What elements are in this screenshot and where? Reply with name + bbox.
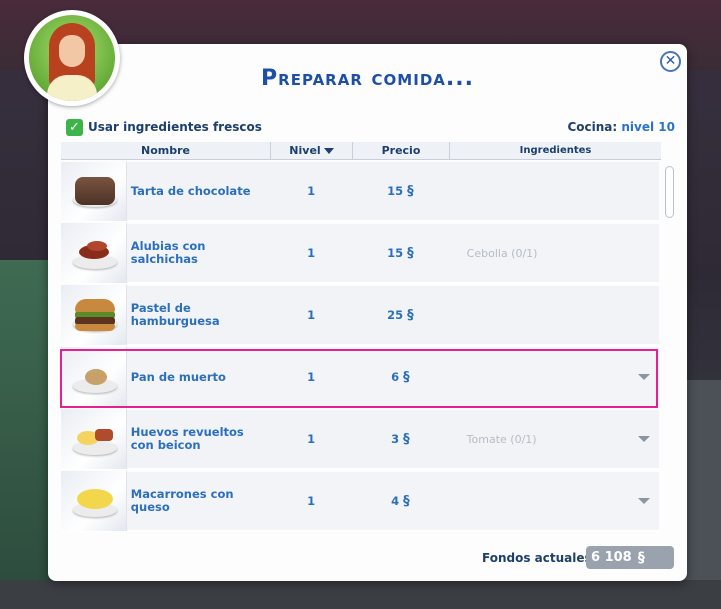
chocolate-cake-icon bbox=[61, 162, 127, 221]
sort-descending-icon bbox=[323, 147, 334, 154]
column-level-header[interactable]: Nivel bbox=[271, 142, 353, 159]
funds-value: 6 108 § bbox=[586, 546, 674, 569]
chevron-down-icon bbox=[637, 436, 650, 442]
recipe-price: 4 § bbox=[391, 493, 410, 509]
column-name-label: Nombre bbox=[141, 144, 190, 157]
recipe-row[interactable]: Alubias con salchichas 1 15 § Cebolla (0/… bbox=[61, 223, 659, 284]
recipe-level: 1 bbox=[307, 494, 316, 508]
recipe-row[interactable]: Pastel de hamburguesa 1 25 § bbox=[61, 285, 659, 346]
scrollbar-thumb[interactable] bbox=[665, 166, 674, 218]
skill-value: nivel 10 bbox=[621, 120, 675, 134]
recipe-price: 15 § bbox=[387, 183, 414, 199]
chevron-down-icon bbox=[637, 374, 650, 380]
chevron-down-icon bbox=[637, 498, 650, 504]
fresh-ingredients-label: Usar ingredientes frescos bbox=[88, 120, 262, 134]
column-ingredients-label: Ingredientes bbox=[519, 145, 592, 156]
recipe-ingredients: Tomate (0/1) bbox=[466, 432, 537, 446]
funds-label: Fondos actuales: bbox=[482, 551, 597, 565]
expand-arrow-button[interactable] bbox=[628, 436, 659, 442]
recipe-price: 15 § bbox=[387, 245, 414, 261]
skill-label: Cocina: bbox=[567, 120, 618, 134]
recipe-name: Pan de muerto bbox=[130, 369, 226, 384]
recipe-name: Macarrones con queso bbox=[130, 487, 234, 514]
recipe-list: Tarta de chocolate 1 15 § Alubias con sal… bbox=[61, 162, 659, 536]
recipe-row[interactable]: Macarrones con queso 1 4 § bbox=[61, 471, 659, 532]
recipe-level: 1 bbox=[307, 432, 316, 446]
expand-arrow-button[interactable] bbox=[628, 498, 659, 504]
recipe-name: Alubias con salchichas bbox=[130, 239, 206, 266]
cooking-skill: Cocina: nivel 10 bbox=[567, 120, 675, 134]
expand-arrow-button[interactable] bbox=[628, 374, 659, 380]
recipe-price: 25 § bbox=[387, 307, 414, 323]
hamburger-cake-icon bbox=[61, 285, 127, 345]
recipe-level: 1 bbox=[307, 370, 316, 384]
recipe-name: Huevos revueltos con beicon bbox=[130, 425, 244, 452]
prepare-food-dialog: Preparar comida... ✕ ✓ Usar ingredientes… bbox=[48, 44, 687, 581]
recipe-name: Tarta de chocolate bbox=[130, 183, 251, 198]
recipe-ingredients: Cebolla (0/1) bbox=[466, 246, 538, 260]
recipe-level: 1 bbox=[307, 184, 316, 198]
recipe-level: 1 bbox=[307, 308, 316, 322]
column-price-header[interactable]: Precio bbox=[353, 142, 450, 159]
close-button[interactable]: ✕ bbox=[660, 51, 681, 72]
beans-sausages-icon bbox=[61, 223, 127, 283]
recipe-price: 3 § bbox=[391, 431, 410, 447]
column-price-label: Precio bbox=[381, 144, 421, 157]
recipe-name: Pastel de hamburguesa bbox=[130, 301, 220, 328]
recipe-row[interactable]: Huevos revueltos con beicon 1 3 § Tomate … bbox=[61, 409, 659, 470]
avatar bbox=[24, 10, 120, 106]
recipe-row[interactable]: Pan de muerto 1 6 § bbox=[61, 347, 659, 408]
column-name-header[interactable]: Nombre bbox=[61, 142, 271, 159]
sim-portrait bbox=[29, 15, 115, 101]
recipe-row[interactable]: Tarta de chocolate 1 15 § bbox=[61, 162, 659, 222]
recipe-level: 1 bbox=[307, 246, 316, 260]
eggs-bacon-icon bbox=[61, 409, 127, 469]
scrollbar[interactable] bbox=[663, 162, 675, 536]
simoleon-icon: § bbox=[637, 549, 645, 566]
mac-cheese-icon bbox=[61, 471, 127, 531]
fresh-ingredients-toggle[interactable]: ✓ Usar ingredientes frescos bbox=[66, 118, 262, 136]
table-header: Nombre Nivel Precio Ingredientes bbox=[61, 142, 661, 160]
dialog-title: Preparar comida... bbox=[261, 66, 474, 91]
column-level-label: Nivel bbox=[289, 144, 321, 157]
column-ingredients-header[interactable]: Ingredientes bbox=[450, 142, 661, 159]
recipe-price: 6 § bbox=[391, 369, 410, 385]
checkbox-checked-icon[interactable]: ✓ bbox=[66, 118, 83, 136]
pan-de-muerto-icon bbox=[61, 347, 127, 407]
